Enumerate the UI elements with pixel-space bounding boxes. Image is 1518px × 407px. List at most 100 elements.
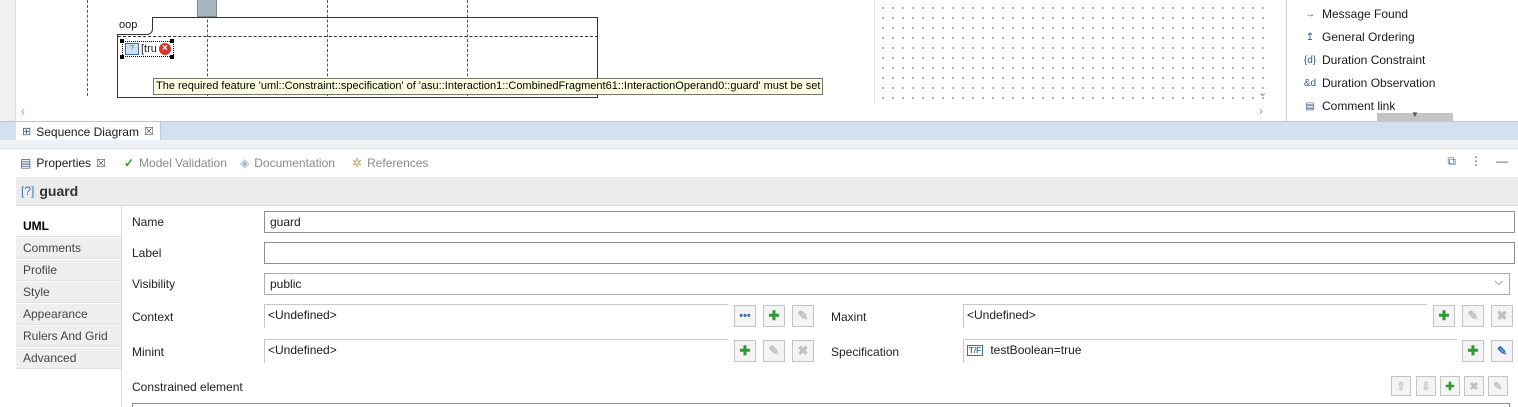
diagram-editor: oop ? [tru × The required feature 'uml::… xyxy=(0,0,1285,121)
duration-observation-icon: &d xyxy=(1303,77,1317,89)
page-title: guard xyxy=(39,183,79,199)
category-appearance[interactable]: Appearance xyxy=(16,304,122,325)
category-rulers-and-grid[interactable]: Rulers And Grid xyxy=(16,326,122,347)
label-field[interactable] xyxy=(264,242,1515,264)
add-button[interactable]: ✚ xyxy=(734,340,756,362)
general-ordering-icon: ↥ xyxy=(1305,31,1315,43)
view-menu-icon[interactable]: ⋮ xyxy=(1470,154,1482,169)
error-icon: × xyxy=(158,43,171,55)
category-style[interactable]: Style xyxy=(16,282,122,303)
delete-button: ✖ xyxy=(1491,305,1513,327)
move-down-button: ⇩ xyxy=(1416,376,1436,396)
palette-item-label: General Ordering xyxy=(1322,30,1415,44)
palette-item-message-found[interactable]: → Message Found xyxy=(1303,4,1408,24)
tab-label: Model Validation xyxy=(139,156,227,170)
specification-label: Specification xyxy=(831,345,900,359)
palette-item-duration-observation[interactable]: &d Duration Observation xyxy=(1303,73,1436,93)
scroll-left-icon[interactable]: ‹ xyxy=(21,104,25,118)
sequence-diagram-icon: ⊞ xyxy=(22,126,32,138)
diagram-grid xyxy=(874,0,1267,104)
category-uml[interactable]: UML xyxy=(16,216,122,237)
tab-label: Sequence Diagram xyxy=(36,124,139,139)
tab-properties[interactable]: ▤ Properties ☒ xyxy=(20,154,106,172)
browse-button[interactable]: ••• xyxy=(734,305,756,327)
tab-label: Properties xyxy=(36,156,92,170)
palette-item-general-ordering[interactable]: ↥ General Ordering xyxy=(1303,27,1415,47)
close-icon[interactable]: ☒ xyxy=(96,157,106,170)
tab-label: References xyxy=(367,156,429,170)
sash[interactable] xyxy=(0,140,1518,148)
selection-handle[interactable] xyxy=(170,39,174,43)
tab-sequence-diagram[interactable]: ⊞ Sequence Diagram ☒ xyxy=(16,122,161,141)
palette-item-label: Comment link xyxy=(1322,99,1396,113)
guard-text: [tru xyxy=(141,43,157,55)
category-list: UML Comments Profile Style Appearance Ru… xyxy=(16,216,122,407)
minint-field[interactable]: <Undefined> xyxy=(264,339,728,363)
references-icon: ✲ xyxy=(352,156,363,170)
tab-label: Documentation xyxy=(254,156,335,170)
message-found-icon: → xyxy=(1305,8,1315,20)
app-window: oop ? [tru × The required feature 'uml::… xyxy=(0,0,1518,407)
name-field[interactable]: guard xyxy=(264,211,1515,233)
execution-specification[interactable] xyxy=(197,0,217,17)
category-comments[interactable]: Comments xyxy=(16,238,122,259)
maxint-field[interactable]: <Undefined> xyxy=(963,304,1427,328)
specification-field[interactable]: T/F testBoolean=true xyxy=(963,339,1457,363)
properties-title-bar: [?] guard xyxy=(16,177,1518,206)
visibility-select[interactable]: public ⌵ xyxy=(264,273,1510,295)
add-button[interactable]: ✚ xyxy=(1433,305,1455,327)
constrained-element-label: Constrained element xyxy=(132,380,243,394)
visibility-value: public xyxy=(270,277,302,291)
minimize-icon[interactable]: — xyxy=(1496,154,1508,169)
comment-link-icon: ▤ xyxy=(1305,100,1315,112)
tab-documentation[interactable]: ◈ Documentation xyxy=(240,154,335,172)
guard-constraint[interactable]: ? [tru × xyxy=(122,41,174,57)
constraint-icon: [?] xyxy=(21,184,35,198)
category-advanced[interactable]: Advanced xyxy=(16,348,122,369)
documentation-icon: ◈ xyxy=(240,156,250,170)
add-button[interactable]: ✚ xyxy=(1462,340,1484,362)
constrained-element-list[interactable] xyxy=(132,403,1510,407)
palette-item-duration-constraint[interactable]: {d} Duration Constraint xyxy=(1303,50,1426,70)
visibility-label: Visibility xyxy=(132,277,176,291)
divider xyxy=(121,206,122,407)
edit-button: ✎ xyxy=(763,340,785,362)
selection-handle[interactable] xyxy=(170,55,174,59)
palette-item-label: Message Found xyxy=(1322,7,1409,21)
view-toolbar: ⧉ ⋮ — xyxy=(1447,154,1508,169)
tab-model-validation[interactable]: ✓ Model Validation xyxy=(124,154,227,172)
label-label: Label xyxy=(132,246,162,260)
validation-tooltip: The required feature 'uml::Constraint::s… xyxy=(153,78,824,95)
add-button[interactable]: ✚ xyxy=(1440,376,1460,396)
properties-icon: ▤ xyxy=(20,156,32,170)
edit-button: ✎ xyxy=(1462,305,1484,327)
scroll-down-icon[interactable]: ⌄ xyxy=(1258,86,1267,99)
category-profile[interactable]: Profile xyxy=(16,260,122,281)
interaction-operand-separator xyxy=(118,36,598,37)
chevron-down-icon: ⌵ xyxy=(1494,276,1503,288)
palette-item-label: Duration Constraint xyxy=(1322,53,1426,67)
pin-view-icon[interactable]: ⧉ xyxy=(1447,154,1456,169)
delete-button: ✖ xyxy=(792,340,814,362)
lifeline[interactable] xyxy=(87,0,88,96)
editor-tab-bar: ⊞ Sequence Diagram ☒ xyxy=(0,121,1518,141)
horizontal-scrollbar[interactable]: ‹ › xyxy=(17,104,1267,118)
scroll-right-icon[interactable]: › xyxy=(1259,104,1263,118)
context-field[interactable]: <Undefined> xyxy=(264,304,728,328)
view-tab-bar: ▤ Properties ☒ ✓ Model Validation ◈ Docu… xyxy=(0,148,1518,175)
duration-constraint-icon: {d} xyxy=(1303,54,1317,66)
move-up-button: ⇧ xyxy=(1391,376,1411,396)
tab-references[interactable]: ✲ References xyxy=(352,154,428,172)
selection-handle[interactable] xyxy=(120,39,124,43)
close-icon[interactable]: ☒ xyxy=(144,125,154,138)
edit-button: ✎ xyxy=(1488,376,1508,396)
constraint-icon: ? xyxy=(125,43,139,55)
checkmark-icon: ✓ xyxy=(124,156,135,170)
selection-handle[interactable] xyxy=(120,55,124,59)
edit-button: ✎ xyxy=(792,305,814,327)
name-label: Name xyxy=(132,215,165,229)
add-button[interactable]: ✚ xyxy=(763,305,785,327)
chevron-down-icon[interactable]: ▼ xyxy=(1411,110,1419,119)
edit-button[interactable]: ✎ xyxy=(1491,340,1513,362)
minint-label: Minint xyxy=(132,345,165,359)
